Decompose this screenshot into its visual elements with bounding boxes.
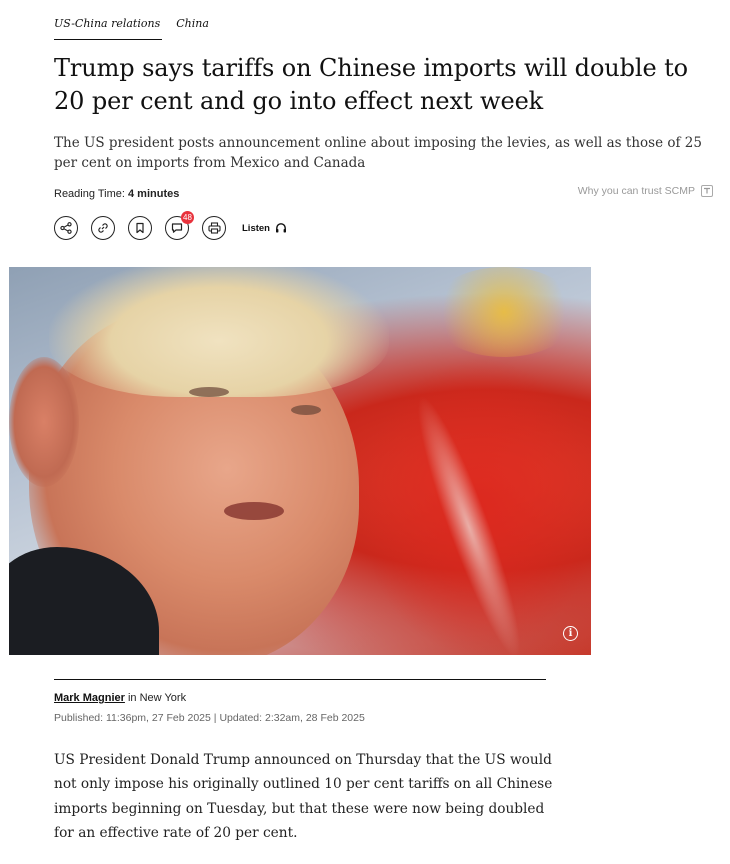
trust-info-icon: [701, 185, 713, 197]
trust-scmp-link[interactable]: Why you can trust SCMP: [578, 185, 713, 197]
listen-label: Listen: [242, 222, 270, 234]
portrait-mouth: [224, 502, 284, 520]
tag-us-china-relations[interactable]: US-China relations: [54, 15, 163, 40]
byline-location-prefix: in: [127, 692, 137, 704]
published-label: Published:: [54, 712, 104, 724]
comment-count-badge: 48: [181, 211, 194, 224]
article-paragraph: US President Donald Trump announced on T…: [54, 752, 553, 841]
publish-dates: Published: 11:36pm, 27 Feb 2025 | Update…: [54, 710, 365, 726]
date-separator: |: [213, 712, 217, 724]
info-icon: i: [568, 628, 573, 639]
bookmark-button[interactable]: [128, 216, 152, 240]
share-icon: [60, 222, 72, 234]
print-button[interactable]: [202, 216, 226, 240]
byline: Mark Magnier in New York: [54, 690, 186, 706]
trust-scmp-label: Why you can trust SCMP: [577, 185, 695, 197]
reading-time: Reading Time: 4 minutes: [54, 186, 179, 202]
share-button[interactable]: [54, 216, 78, 240]
topic-tags: US-China relations China: [54, 15, 209, 40]
article-subheadline: The US president posts announcement onli…: [54, 135, 702, 171]
image-info-button[interactable]: i: [563, 626, 578, 641]
portrait-eye-left: [189, 387, 229, 397]
hero-photo: i: [9, 267, 591, 655]
reading-time-label: Reading Time:: [54, 188, 125, 200]
portrait-ear: [9, 357, 79, 487]
print-icon: [207, 222, 221, 234]
portrait-eye-right: [291, 405, 321, 415]
byline-location: New York: [139, 692, 187, 704]
portrait-hair: [49, 267, 389, 397]
tag-china[interactable]: China: [176, 15, 209, 39]
listen-button[interactable]: Listen: [242, 222, 287, 234]
updated-label: Updated:: [219, 712, 263, 724]
background-bokeh-gold: [429, 267, 579, 357]
headphones-icon: [275, 223, 286, 233]
comment-icon: [171, 223, 183, 233]
author-link[interactable]: Mark Magnier: [54, 692, 125, 704]
reading-time-value: 4 minutes: [128, 188, 180, 200]
updated-date: 2:32am, 28 Feb 2025: [264, 712, 365, 724]
published-date: 11:36pm, 27 Feb 2025: [105, 712, 211, 724]
article-headline: Trump says tariffs on Chinese imports wi…: [54, 54, 689, 115]
bookmark-icon: [136, 222, 144, 234]
link-icon: [98, 223, 108, 233]
article-toolbar: 48 Listen: [54, 211, 287, 240]
copy-link-button[interactable]: [91, 216, 115, 240]
comments-button[interactable]: 48: [165, 211, 194, 240]
byline-divider: [54, 679, 546, 680]
